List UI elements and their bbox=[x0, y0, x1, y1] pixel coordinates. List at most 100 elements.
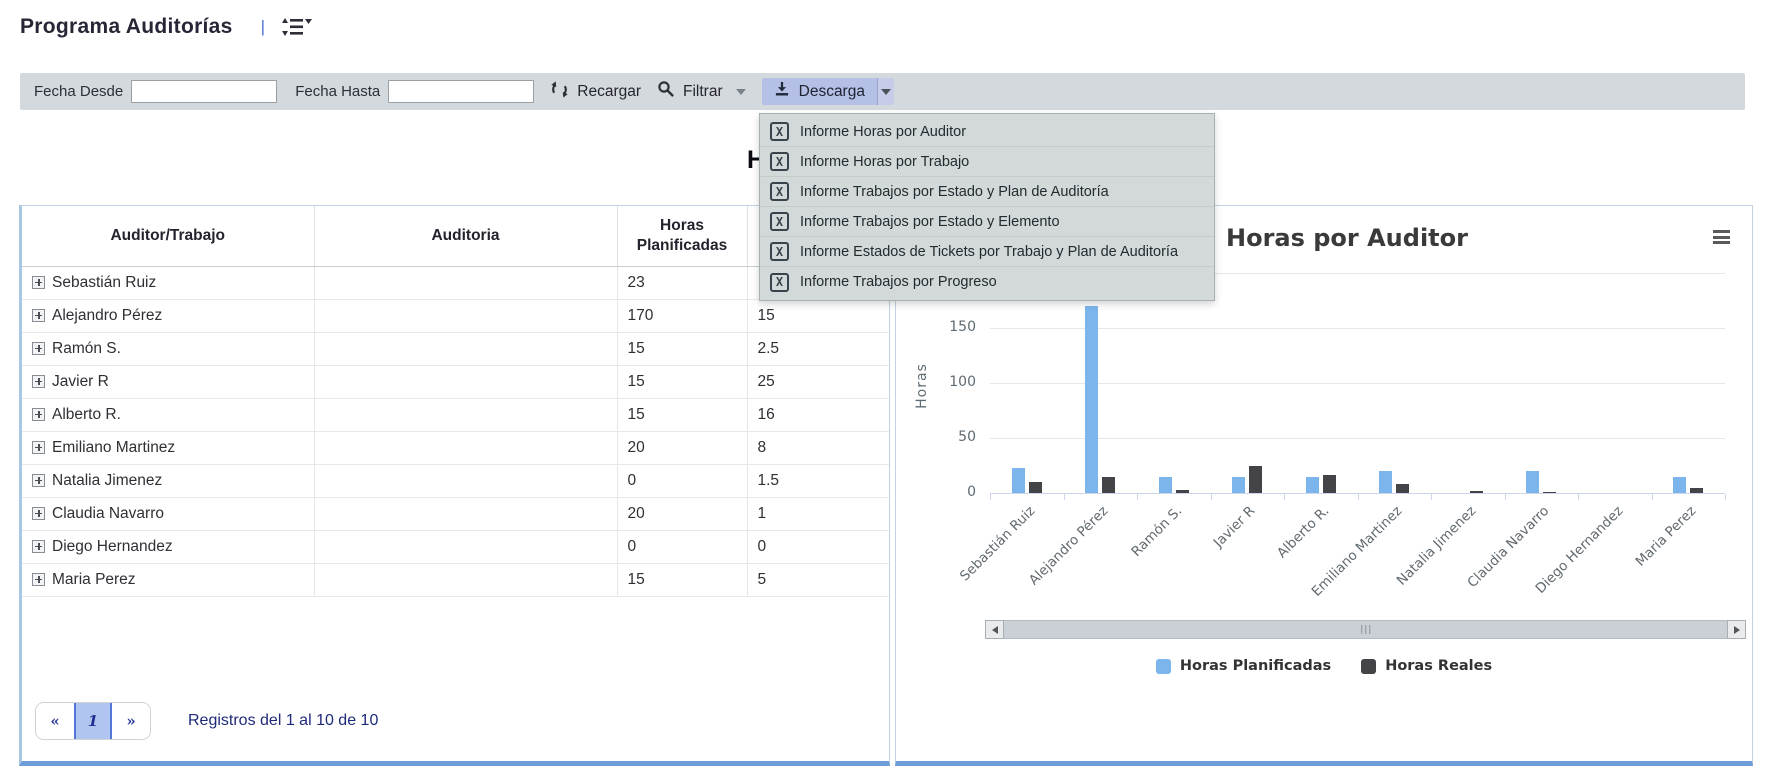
auditor-name: Emiliano Martinez bbox=[52, 439, 175, 456]
outline-list-icon[interactable] bbox=[279, 15, 313, 39]
bar-horas-reales[interactable] bbox=[1690, 488, 1703, 494]
auditor-name: Sebastián Ruiz bbox=[52, 274, 156, 291]
cell-horas-reales: 15 bbox=[747, 299, 889, 332]
scrollbar-grip-icon bbox=[1361, 625, 1371, 634]
topbar: Programa Auditorías | bbox=[20, 10, 313, 44]
cell-horas-planificadas: 15 bbox=[617, 332, 747, 365]
gridline bbox=[990, 328, 1725, 329]
scroll-right-button[interactable] bbox=[1727, 620, 1746, 639]
gridline bbox=[990, 383, 1725, 384]
bar-horas-planificadas[interactable] bbox=[1379, 471, 1392, 493]
cell-auditoria bbox=[314, 299, 617, 332]
chart-scrollbar[interactable] bbox=[985, 620, 1746, 639]
descarga-caret-button[interactable] bbox=[877, 78, 894, 105]
expand-plus-icon[interactable] bbox=[32, 474, 45, 487]
download-menu-item[interactable]: XInforme Estados de Tickets por Trabajo … bbox=[760, 237, 1214, 267]
page-prev-button[interactable]: « bbox=[36, 703, 74, 739]
fecha-hasta-label: Fecha Hasta bbox=[295, 83, 380, 100]
table-row[interactable]: Natalia Jimenez01.5 bbox=[22, 464, 889, 497]
fecha-desde-label: Fecha Desde bbox=[34, 83, 123, 100]
descarga-button-group: Descarga bbox=[762, 78, 894, 105]
expand-plus-icon[interactable] bbox=[32, 375, 45, 388]
expand-plus-icon[interactable] bbox=[32, 408, 45, 421]
download-menu-item[interactable]: XInforme Horas por Trabajo bbox=[760, 147, 1214, 177]
auditor-name: Alejandro Pérez bbox=[52, 307, 162, 324]
bar-horas-reales[interactable] bbox=[1102, 477, 1115, 494]
fecha-hasta-input[interactable] bbox=[388, 80, 534, 103]
bar-horas-planificadas[interactable] bbox=[1085, 306, 1098, 493]
table-row[interactable]: Alejandro Pérez17015 bbox=[22, 299, 889, 332]
expand-plus-icon[interactable] bbox=[32, 276, 45, 289]
legend-swatch bbox=[1361, 659, 1376, 674]
excel-x-icon: X bbox=[770, 212, 789, 231]
expand-plus-icon[interactable] bbox=[32, 507, 45, 520]
recargar-label: Recargar bbox=[577, 83, 641, 101]
bar-horas-reales[interactable] bbox=[1029, 482, 1042, 493]
scrollbar-track[interactable] bbox=[1004, 620, 1727, 639]
expand-plus-icon[interactable] bbox=[32, 540, 45, 553]
scroll-left-button[interactable] bbox=[985, 620, 1004, 639]
page-next-button[interactable]: » bbox=[112, 703, 150, 739]
table-row[interactable]: Javier R1525 bbox=[22, 365, 889, 398]
cell-horas-planificadas: 15 bbox=[617, 365, 747, 398]
legend-item[interactable]: Horas Planificadas bbox=[1156, 658, 1331, 674]
expand-plus-icon[interactable] bbox=[32, 309, 45, 322]
x-axis-tick bbox=[1652, 494, 1653, 500]
bar-horas-planificadas[interactable] bbox=[1673, 477, 1686, 494]
download-menu-item[interactable]: XInforme Horas por Auditor bbox=[760, 117, 1214, 147]
table-row[interactable]: Ramón S.152.5 bbox=[22, 332, 889, 365]
cell-auditoria bbox=[314, 497, 617, 530]
excel-x-icon: X bbox=[770, 122, 789, 141]
arrow-left-icon bbox=[992, 626, 998, 634]
bar-horas-planificadas[interactable] bbox=[1306, 477, 1319, 494]
bar-horas-reales[interactable] bbox=[1176, 490, 1189, 493]
cell-horas-planificadas: 0 bbox=[617, 530, 747, 563]
download-menu-item-label: Informe Trabajos por Estado y Elemento bbox=[800, 214, 1060, 230]
bar-horas-reales[interactable] bbox=[1249, 466, 1262, 494]
bar-horas-reales[interactable] bbox=[1396, 484, 1409, 493]
download-menu-item[interactable]: XInforme Trabajos por Estado y Plan de A… bbox=[760, 177, 1214, 207]
expand-plus-icon[interactable] bbox=[32, 573, 45, 586]
table-row[interactable]: Alberto R.1516 bbox=[22, 398, 889, 431]
x-axis-tick bbox=[1578, 494, 1579, 500]
cell-auditoria bbox=[314, 431, 617, 464]
toolbar: Fecha Desde Fecha Hasta Recargar Filtrar bbox=[20, 73, 1745, 110]
bar-horas-planificadas[interactable] bbox=[1526, 471, 1539, 493]
download-menu-item-label: Informe Trabajos por Progreso bbox=[800, 274, 997, 290]
fecha-desde-input[interactable] bbox=[131, 80, 277, 103]
bar-horas-planificadas[interactable] bbox=[1232, 477, 1245, 494]
table-row[interactable]: Claudia Navarro201 bbox=[22, 497, 889, 530]
bar-horas-planificadas[interactable] bbox=[1012, 468, 1025, 493]
x-axis-tick bbox=[1431, 494, 1432, 500]
cell-auditor: Claudia Navarro bbox=[22, 497, 314, 530]
auditor-name: Claudia Navarro bbox=[52, 505, 164, 522]
auditor-name: Natalia Jimenez bbox=[52, 472, 162, 489]
bar-horas-reales[interactable] bbox=[1323, 475, 1336, 493]
table-row[interactable]: Emiliano Martinez208 bbox=[22, 431, 889, 464]
bar-horas-reales[interactable] bbox=[1470, 491, 1483, 493]
table-row[interactable]: Diego Hernandez00 bbox=[22, 530, 889, 563]
x-axis-tick bbox=[1137, 494, 1138, 500]
expand-plus-icon[interactable] bbox=[32, 441, 45, 454]
x-axis-tick bbox=[990, 494, 991, 500]
descarga-button[interactable]: Descarga bbox=[762, 78, 877, 105]
download-menu-item-label: Informe Horas por Trabajo bbox=[800, 154, 969, 170]
cell-horas-reales: 0 bbox=[747, 530, 889, 563]
cell-auditoria bbox=[314, 530, 617, 563]
filtrar-button[interactable]: Filtrar bbox=[657, 80, 746, 103]
excel-x-icon: X bbox=[770, 242, 789, 261]
bar-horas-planificadas[interactable] bbox=[1159, 477, 1172, 494]
cell-horas-planificadas: 15 bbox=[617, 563, 747, 596]
download-menu-item[interactable]: XInforme Trabajos por Progreso bbox=[760, 267, 1214, 297]
table-row[interactable]: Maria Perez155 bbox=[22, 563, 889, 596]
download-menu-item[interactable]: X Informe Trabajos por Estado y Elemento bbox=[760, 207, 1214, 237]
recargar-button[interactable]: Recargar bbox=[550, 80, 641, 104]
cell-auditoria bbox=[314, 464, 617, 497]
page-current-button[interactable]: 1 bbox=[74, 703, 112, 739]
legend-item[interactable]: Horas Reales bbox=[1361, 658, 1492, 674]
cell-horas-reales: 2.5 bbox=[747, 332, 889, 365]
y-tick-label: 100 bbox=[922, 374, 976, 390]
arrow-right-icon bbox=[1734, 626, 1740, 634]
bar-horas-reales[interactable] bbox=[1543, 492, 1556, 494]
expand-plus-icon[interactable] bbox=[32, 342, 45, 355]
